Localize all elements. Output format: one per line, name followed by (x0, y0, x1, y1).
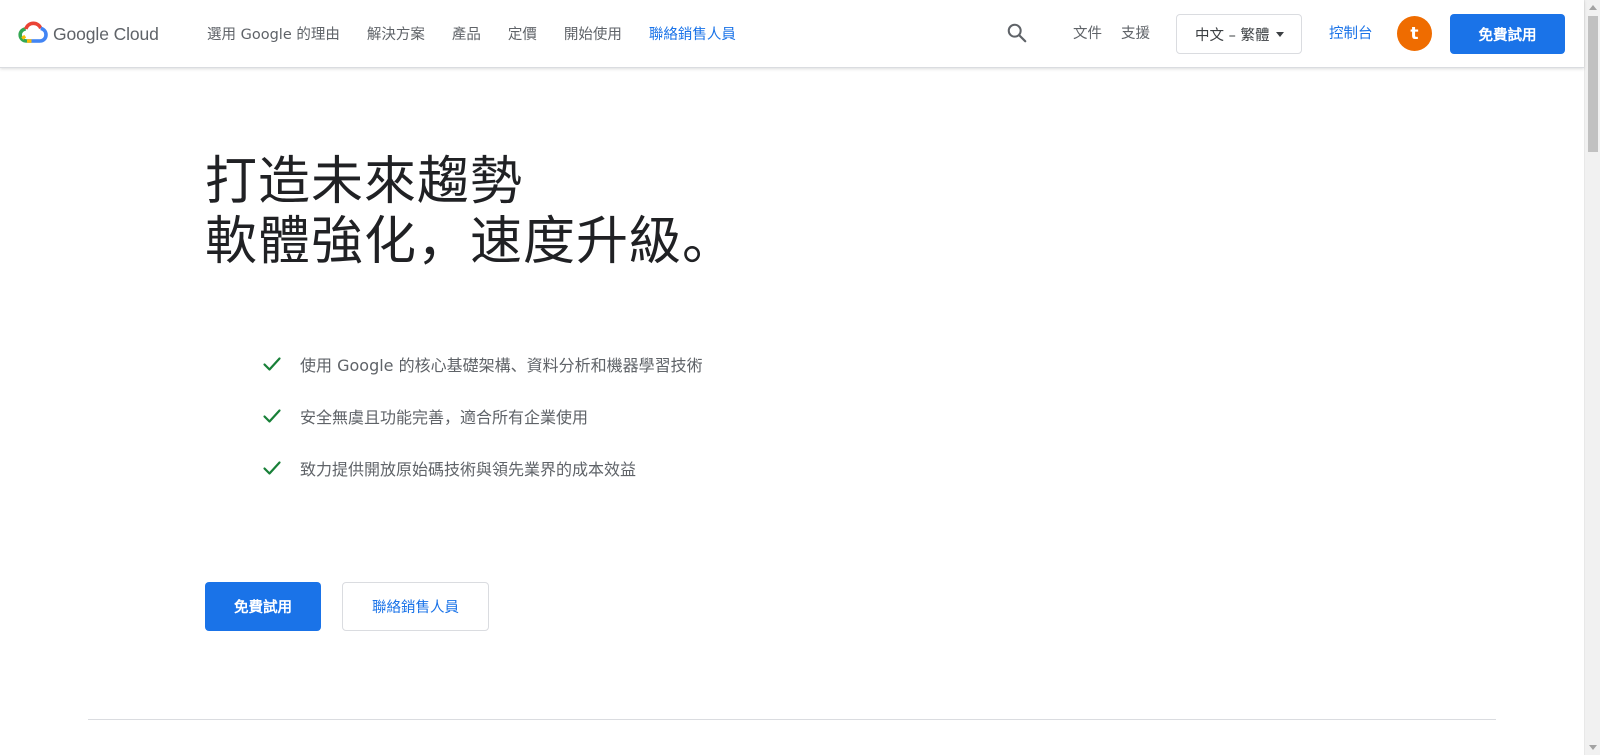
header-free-trial-button[interactable]: 免費試用 (1450, 14, 1565, 54)
cloud-logo-icon (18, 21, 48, 43)
contact-sales-button[interactable]: 聯絡銷售人員 (342, 582, 489, 631)
scrollbar-thumb[interactable] (1588, 16, 1598, 152)
check-icon (263, 461, 281, 475)
feature-text: 致力提供開放原始碼技術與領先業界的成本效益 (300, 460, 637, 479)
logo-text: Google Cloud (53, 23, 159, 44)
page: Google Cloud 選用 Google 的理由 解決方案 產品 定價 開始… (0, 0, 1600, 755)
free-trial-button[interactable]: 免費試用 (205, 582, 321, 631)
section-divider (88, 719, 1496, 720)
scroll-down-arrow-icon[interactable] (1589, 745, 1597, 750)
console-link[interactable]: 控制台 (1329, 22, 1373, 43)
nav-item-contact-sales[interactable]: 聯絡銷售人員 (649, 23, 736, 44)
docs-link[interactable]: 文件 (1073, 22, 1102, 43)
feature-text: 安全無虞且功能完善，適合所有企業使用 (300, 408, 589, 427)
check-icon (263, 409, 281, 423)
feature-item: 致力提供開放原始碼技術與領先業界的成本效益 (262, 454, 703, 482)
scroll-up-arrow-icon[interactable] (1589, 5, 1597, 10)
user-avatar[interactable]: t (1397, 16, 1432, 51)
nav-item-products[interactable]: 產品 (452, 23, 481, 44)
hero-title-line-1: 打造未來趨勢 (205, 152, 524, 212)
search-icon (1007, 23, 1027, 43)
top-header: Google Cloud 選用 Google 的理由 解決方案 產品 定價 開始… (0, 0, 1584, 68)
hero-title-line-2: 軟體強化，速度升級。 (205, 212, 736, 272)
nav-item-pricing[interactable]: 定價 (508, 23, 537, 44)
support-link[interactable]: 支援 (1121, 22, 1150, 43)
nav-item-solutions[interactable]: 解決方案 (367, 23, 425, 44)
language-select[interactable]: 中文 – 繁體 (1176, 14, 1302, 54)
feature-text: 使用 Google 的核心基礎架構、資料分析和機器學習技術 (300, 356, 703, 375)
feature-item: 使用 Google 的核心基礎架構、資料分析和機器學習技術 (262, 350, 703, 378)
check-icon (263, 357, 281, 371)
search-button[interactable] (1004, 20, 1030, 46)
page-scrollbar[interactable] (1584, 0, 1600, 755)
nav-item-get-started[interactable]: 開始使用 (564, 23, 622, 44)
google-cloud-logo[interactable]: Google Cloud (18, 20, 159, 48)
language-select-value: 中文 – 繁體 (1195, 27, 1270, 44)
caret-down-icon (1276, 32, 1284, 37)
feature-list: 使用 Google 的核心基礎架構、資料分析和機器學習技術 安全無虞且功能完善，… (262, 350, 703, 506)
main-nav: 選用 Google 的理由 解決方案 產品 定價 開始使用 聯絡銷售人員 (207, 0, 736, 66)
nav-item-why-google[interactable]: 選用 Google 的理由 (207, 23, 340, 44)
hero-title: 打造未來趨勢 軟體強化，速度升級。 (205, 152, 735, 272)
feature-item: 安全無虞且功能完善，適合所有企業使用 (262, 402, 703, 430)
